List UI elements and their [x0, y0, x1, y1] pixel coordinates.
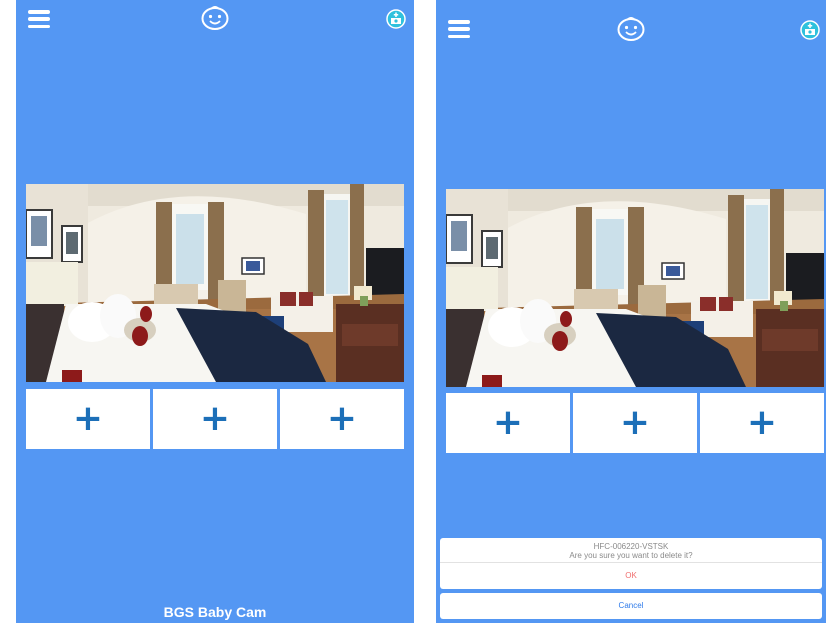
hamburger-menu-icon[interactable]	[448, 20, 470, 38]
dialog-message: HFC-006220-VSTSK Are you sure you want t…	[440, 538, 822, 562]
plus-icon: +	[746, 402, 778, 443]
plus-icon: +	[326, 398, 358, 439]
cancel-button[interactable]: Cancel	[440, 593, 822, 619]
camera-add-icon[interactable]	[386, 9, 406, 29]
plus-icon: +	[72, 398, 104, 439]
camera-slots: + + +	[446, 393, 824, 453]
add-camera-slot-2[interactable]: +	[153, 389, 277, 449]
baby-face-icon	[200, 5, 230, 31]
app-name: BGS Baby Cam	[163, 604, 267, 620]
dialog-box: HFC-006220-VSTSK Are you sure you want t…	[440, 538, 822, 589]
plus-icon: +	[199, 398, 231, 439]
home-screen: + + + BGS Baby Cam	[16, 0, 414, 623]
baby-face-icon	[616, 16, 646, 42]
add-camera-slot-1[interactable]: +	[446, 393, 570, 453]
camera-add-icon[interactable]	[800, 20, 820, 40]
camera-preview-image[interactable]	[26, 184, 404, 382]
delete-confirm-screen: + + + HFC-006220-VSTSK Are you sure you …	[436, 0, 826, 623]
camera-slots: + + +	[26, 389, 404, 449]
dialog-title: HFC-006220-VSTSK	[593, 542, 669, 551]
add-camera-slot-3[interactable]: +	[280, 389, 404, 449]
hamburger-menu-icon[interactable]	[28, 10, 50, 28]
camera-preview-image[interactable]	[446, 189, 824, 387]
plus-icon: +	[619, 402, 651, 443]
add-camera-slot-2[interactable]: +	[573, 393, 697, 453]
plus-icon: +	[492, 402, 524, 443]
ok-button[interactable]: OK	[440, 562, 822, 589]
dialog-text: Are you sure you want to delete it?	[569, 551, 693, 560]
add-camera-slot-3[interactable]: +	[700, 393, 824, 453]
delete-confirm-dialog: HFC-006220-VSTSK Are you sure you want t…	[440, 538, 822, 619]
add-camera-slot-1[interactable]: +	[26, 389, 150, 449]
